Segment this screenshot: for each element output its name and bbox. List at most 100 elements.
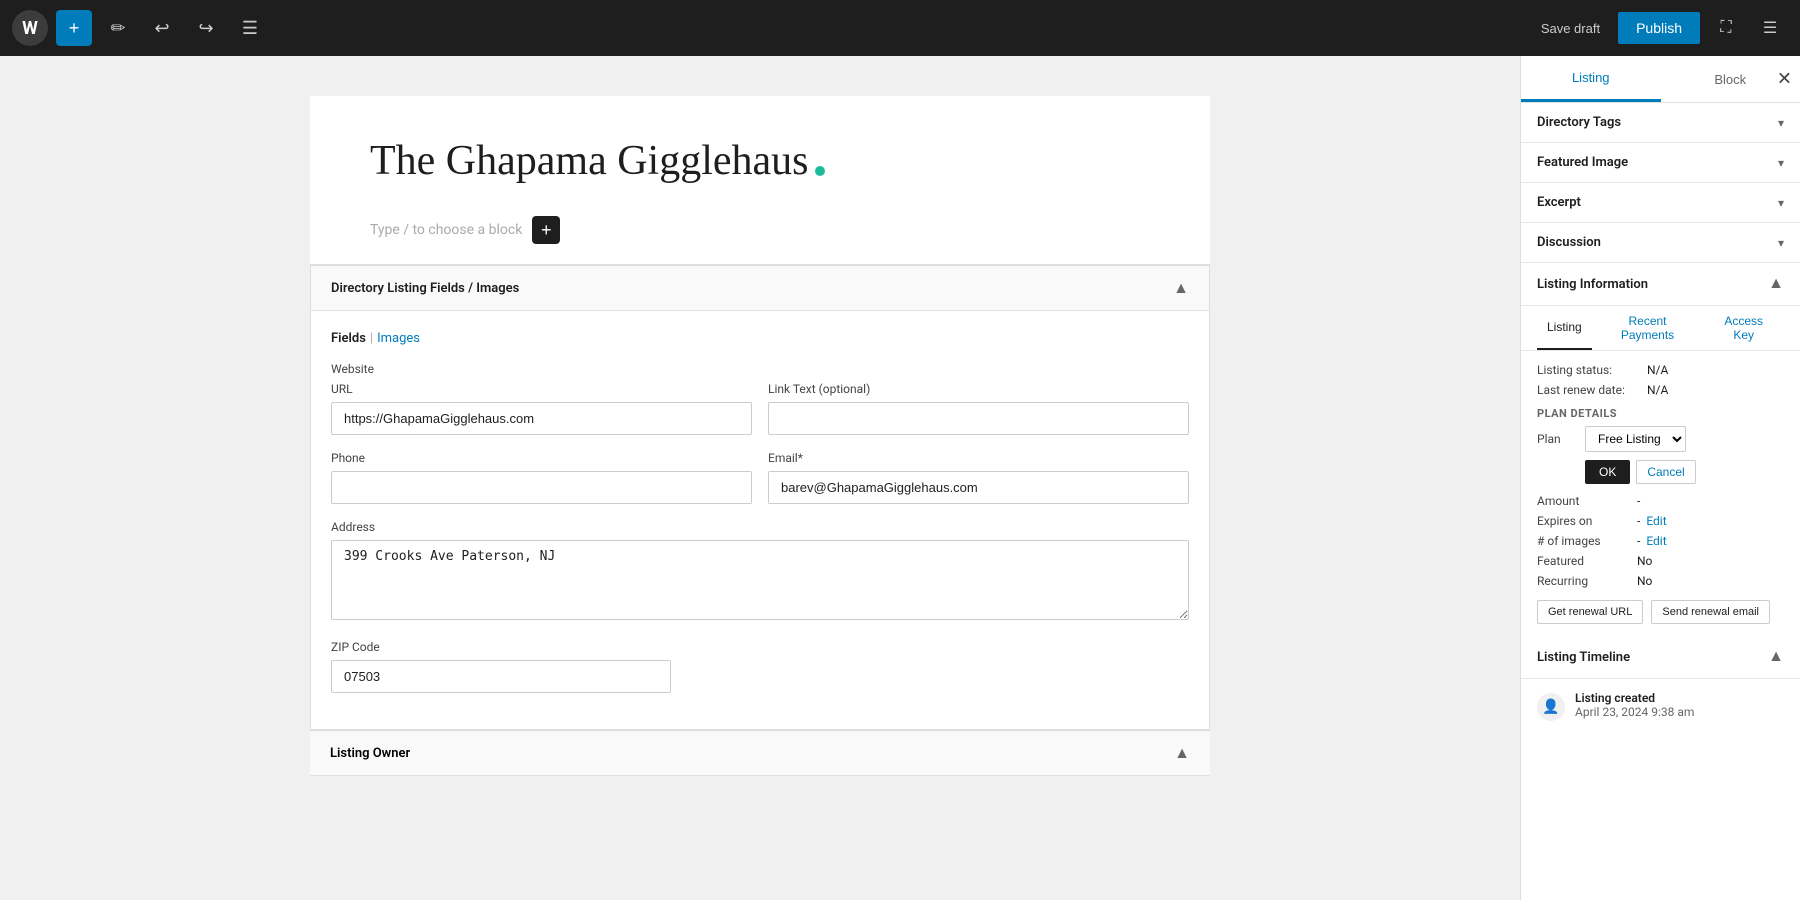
listing-owner-header[interactable]: Listing Owner ▲ [310,731,1210,776]
post-title-area: The Ghapama Gigglehaus [310,96,1210,206]
link-text-col: Link Text (optional) [768,382,1189,435]
sidebar-directory-tags: Directory Tags ▾ [1521,103,1800,143]
tab-listing[interactable]: Listing [1521,56,1661,102]
timeline-event-date: April 23, 2024 9:38 am [1575,705,1694,719]
url-col: URL [331,382,752,435]
sidebar-directory-tags-header[interactable]: Directory Tags ▾ [1521,103,1800,142]
featured-row: Featured No [1537,554,1784,568]
listing-status-row: Listing status: N/A [1537,363,1784,377]
sidebar-discussion-header[interactable]: Discussion ▾ [1521,223,1800,262]
address-group: Address 399 Crooks Ave Paterson, NJ [331,520,1189,624]
timeline-text: Listing created April 23, 2024 9:38 am [1575,691,1694,719]
images-row: # of images - Edit [1537,534,1784,548]
save-draft-button[interactable]: Save draft [1531,15,1610,42]
directory-tags-chevron-icon: ▾ [1778,116,1784,130]
phone-col: Phone [331,451,752,504]
plan-cancel-button[interactable]: Cancel [1636,460,1695,484]
directory-listing-title: Directory Listing Fields / Images [331,281,519,296]
featured-label: Featured [1537,554,1637,568]
sidebar-close-button[interactable]: ✕ [1777,69,1792,90]
listing-info-tabs: Listing Recent Payments Access Key [1521,306,1800,351]
expires-edit-link[interactable]: Edit [1646,514,1666,528]
sidebar-directory-tags-title: Directory Tags [1537,115,1621,130]
fields-images-tabs: Fields | Images [331,331,1189,346]
images-value: - [1637,534,1640,548]
sidebar-excerpt-header[interactable]: Excerpt ▾ [1521,183,1800,222]
sidebar-discussion: Discussion ▾ [1521,223,1800,263]
right-sidebar: Listing Block ✕ Directory Tags ▾ Feature… [1520,56,1800,900]
listing-info-tab-access-key[interactable]: Access Key [1703,306,1784,350]
plan-field-label: Plan [1537,432,1577,446]
redo-button[interactable]: ↪ [188,10,224,46]
expires-label: Expires on [1537,514,1637,528]
images-label: # of images [1537,534,1637,548]
sidebar-featured-image: Featured Image ▾ [1521,143,1800,183]
tab-fields[interactable]: Fields [331,331,366,346]
tab-images[interactable]: Images [377,331,420,346]
editor-content: The Ghapama Gigglehaus Type / to choose … [310,96,1210,776]
sidebar-excerpt-title: Excerpt [1537,195,1581,210]
last-renew-label: Last renew date: [1537,383,1647,397]
email-col: Email* [768,451,1189,504]
listing-information-collapse-button[interactable]: ▲ [1768,275,1784,293]
publish-button[interactable]: Publish [1618,12,1700,44]
editor-area: The Ghapama Gigglehaus Type / to choose … [0,56,1520,900]
amount-label: Amount [1537,494,1637,508]
add-block-inline-button[interactable]: + [532,216,560,244]
address-label: Address [331,520,1189,534]
listing-info-tab-payments[interactable]: Recent Payments [1592,306,1704,350]
menu-button[interactable]: ☰ [232,10,268,46]
listing-info-tab-listing[interactable]: Listing [1537,306,1592,350]
directory-listing-header[interactable]: Directory Listing Fields / Images ▲ [311,266,1209,311]
zip-label: ZIP Code [331,640,1189,654]
sidebar-top-tabs: Listing Block ✕ [1521,56,1800,103]
sidebar-toggle-button[interactable]: ☰ [1752,10,1788,46]
link-text-input[interactable] [768,402,1189,435]
sidebar-discussion-title: Discussion [1537,235,1601,250]
listing-timeline-body: 👤 Listing created April 23, 2024 9:38 am [1521,679,1800,733]
timeline-item: 👤 Listing created April 23, 2024 9:38 am [1537,691,1784,721]
amount-row: Amount - [1537,494,1784,508]
url-input[interactable] [331,402,752,435]
listing-timeline-header: Listing Timeline ▲ [1521,636,1800,679]
listing-owner-section: Listing Owner ▲ [310,730,1210,776]
email-label: Email* [768,451,1189,465]
sidebar-excerpt: Excerpt ▾ [1521,183,1800,223]
directory-listing-body: Fields | Images Website URL [311,311,1209,729]
undo-button[interactable]: ↩ [144,10,180,46]
zip-input[interactable] [331,660,671,693]
sidebar-featured-image-header[interactable]: Featured Image ▾ [1521,143,1800,182]
add-block-button[interactable]: + [56,10,92,46]
plan-ok-button[interactable]: OK [1585,460,1630,484]
timeline-event-label: Listing created [1575,691,1694,705]
get-renewal-url-button[interactable]: Get renewal URL [1537,600,1643,624]
listing-timeline-title: Listing Timeline [1537,650,1630,665]
images-edit-link[interactable]: Edit [1646,534,1666,548]
toolbar-right: Save draft Publish ⛶ ☰ [1531,10,1788,46]
renewal-buttons: Get renewal URL Send renewal email [1537,600,1784,624]
edit-button[interactable]: ✏ [100,10,136,46]
excerpt-chevron-icon: ▾ [1778,196,1784,210]
link-text-label: Link Text (optional) [768,382,1189,396]
website-group: Website URL Link Text (optional) [331,362,1189,435]
plan-row: Plan Free Listing [1537,426,1784,452]
last-renew-row: Last renew date: N/A [1537,383,1784,397]
send-renewal-email-button[interactable]: Send renewal email [1651,600,1770,624]
fullscreen-button[interactable]: ⛶ [1708,10,1744,46]
listing-information-body: Listing status: N/A Last renew date: N/A… [1521,351,1800,636]
block-placeholder: Type / to choose a block + [310,206,1210,264]
plan-select[interactable]: Free Listing [1585,426,1686,452]
post-title[interactable]: The Ghapama Gigglehaus [370,138,809,184]
main-layout: The Ghapama Gigglehaus Type / to choose … [0,56,1800,900]
expires-value: - [1637,514,1640,528]
email-input[interactable] [768,471,1189,504]
url-label: URL [331,382,752,396]
listing-timeline-collapse-button[interactable]: ▲ [1768,648,1784,666]
listing-owner-toggle-icon: ▲ [1174,743,1190,763]
listing-timeline-section: Listing Timeline ▲ 👤 Listing created Apr… [1521,636,1800,733]
plan-details-label: PLAN DETAILS [1537,407,1784,420]
website-label: Website [331,362,1189,376]
featured-image-chevron-icon: ▾ [1778,156,1784,170]
phone-input[interactable] [331,471,752,504]
address-textarea[interactable]: 399 Crooks Ave Paterson, NJ [331,540,1189,620]
